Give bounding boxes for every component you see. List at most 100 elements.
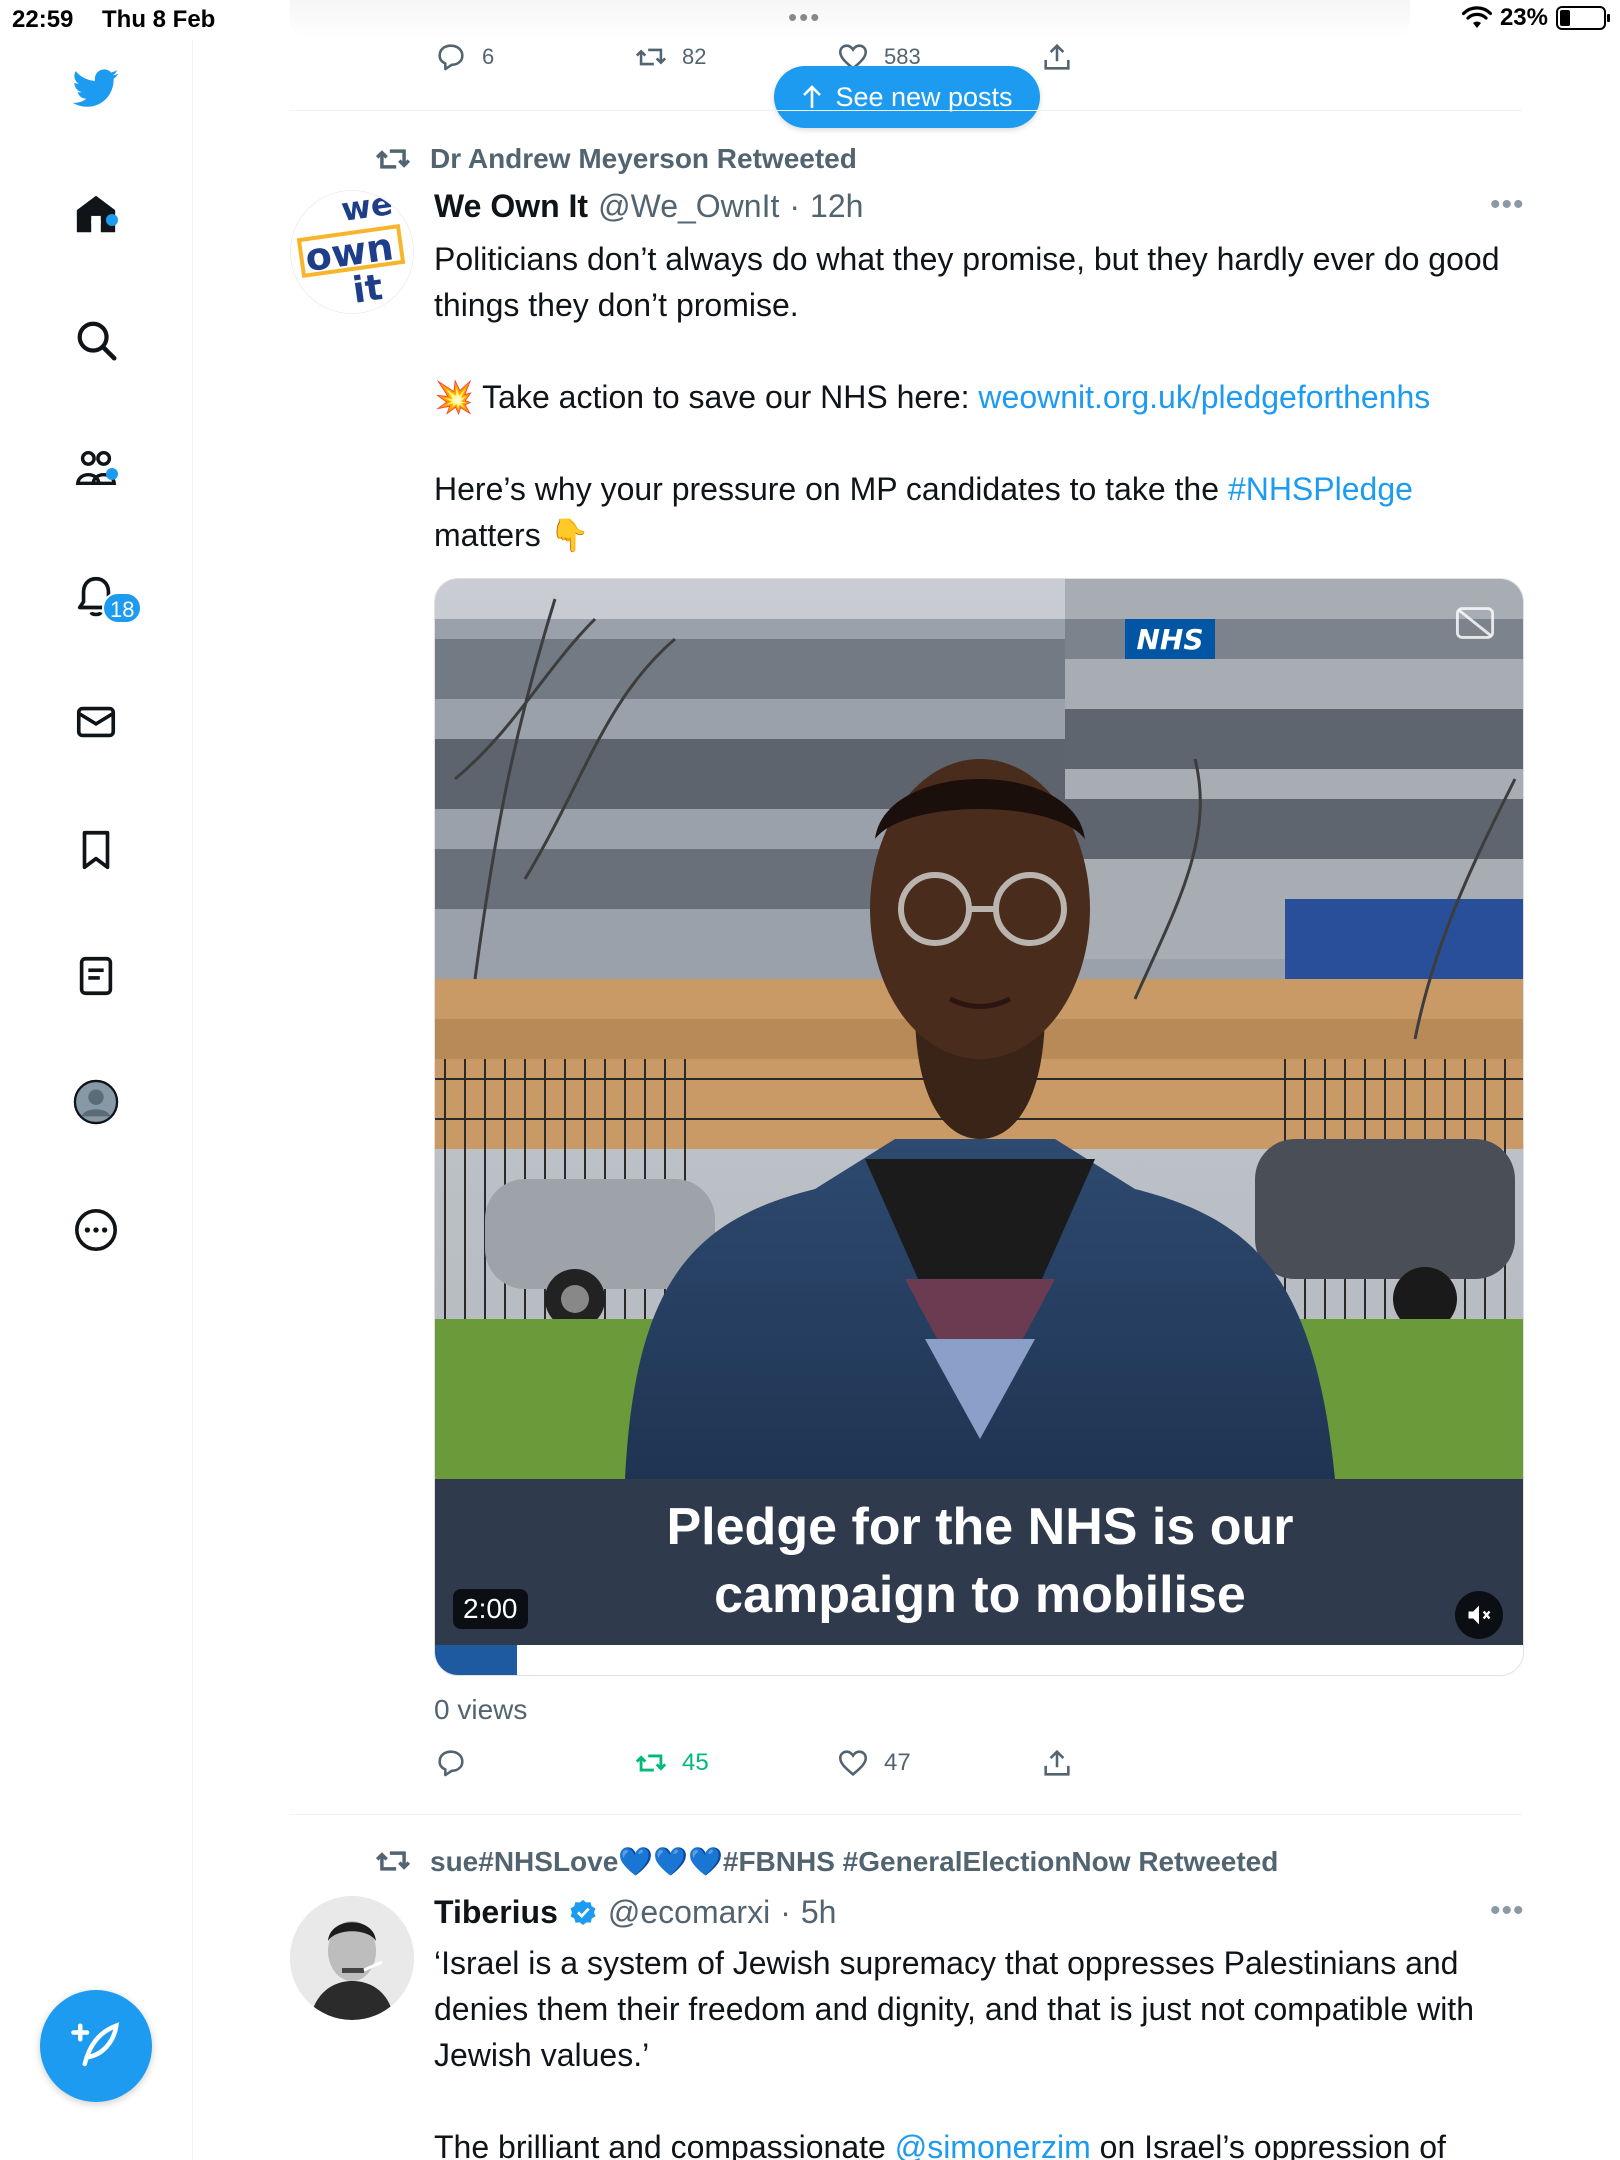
avatar-we-own-it[interactable]: we own it (290, 190, 414, 314)
tweet-text-span: on Israel’s oppression of (1090, 2129, 1446, 2160)
messages-icon[interactable] (68, 694, 124, 750)
share-action[interactable] (1040, 40, 1074, 74)
feed-divider (290, 110, 1522, 111)
retweeted-by-label: Dr Andrew Meyerson Retweeted (430, 143, 857, 174)
author-handle[interactable]: @We_OwnIt (598, 188, 779, 225)
status-bar: 22:59 Thu 8 Feb ••• 23% (0, 0, 1620, 40)
retweet-icon (635, 48, 667, 66)
retweet-icon (375, 1851, 411, 1871)
profile-icon[interactable] (68, 1074, 124, 1130)
battery-icon (1556, 6, 1610, 30)
author-handle[interactable]: @ecomarxi (608, 1894, 770, 1931)
share-action[interactable] (1040, 1746, 1074, 1780)
status-date: Thu 8 Feb (102, 6, 216, 33)
home-icon[interactable] (68, 186, 124, 242)
like-count: 47 (884, 1749, 911, 1776)
captions-off-icon[interactable] (1455, 607, 1495, 639)
reply-icon (438, 1750, 464, 1777)
heart-icon (838, 1750, 868, 1776)
notification-count-badge: 18 (102, 592, 143, 624)
compose-post-button[interactable] (40, 1990, 152, 2102)
author-name[interactable]: Tiberius (434, 1894, 558, 1931)
caption-line: Pledge for the NHS is our (666, 1498, 1294, 1556)
twitter-bird-icon[interactable] (68, 60, 124, 116)
like-action[interactable]: 47 (836, 1746, 911, 1780)
more-icon[interactable] (68, 1202, 124, 1258)
reply-icon (438, 44, 464, 71)
explosion-emoji: 💥 (434, 379, 474, 415)
separator-dot: · (780, 1894, 791, 1930)
author-name[interactable]: We Own It (434, 188, 588, 225)
retweet-count: 45 (682, 1749, 709, 1776)
tweet-paragraph: The brilliant and compassionate @simoner… (434, 2124, 1524, 2160)
tweet-text-span: Here’s why your pressure on MP candidate… (434, 471, 1228, 507)
more-options-icon[interactable]: ••• (1490, 1894, 1525, 1928)
tweet-header: Tiberius @ecomarxi · 5h (434, 1894, 836, 1931)
video-player[interactable]: NHS Pledge for the NHS is our campaign t… (434, 578, 1524, 1676)
avatar-photo (290, 1896, 414, 2020)
communities-unread-dot (106, 468, 118, 480)
share-icon (1044, 43, 1070, 70)
tweet-time[interactable]: 5h (801, 1894, 837, 1931)
lists-icon[interactable] (68, 948, 124, 1004)
svg-text:NHS: NHS (1136, 623, 1203, 656)
see-new-posts-button[interactable]: See new posts (774, 66, 1040, 128)
reply-action[interactable] (434, 1746, 482, 1780)
feather-plus-icon (71, 2022, 120, 2067)
wifi-icon (1461, 6, 1492, 28)
more-options-icon[interactable]: ••• (1490, 188, 1525, 222)
reply-count: 6 (482, 44, 495, 69)
retweet-count: 82 (682, 44, 707, 69)
view-count: 0 views (434, 1694, 528, 1725)
retweet-icon (635, 1754, 667, 1772)
video-duration: 2:00 (453, 1589, 528, 1629)
sidebar: 18 (0, 40, 193, 2160)
avatar-tiberius[interactable] (290, 1896, 414, 2020)
tweet-text-span: matters (434, 517, 550, 553)
tweet-paragraph: Here’s why your pressure on MP candidate… (434, 466, 1524, 558)
status-time: 22:59 (12, 6, 74, 33)
tweet-text-span: The brilliant and compassionate (434, 2129, 895, 2160)
feed-divider (290, 1814, 1522, 1815)
retweet-action[interactable]: 82 (634, 40, 706, 74)
top-handle-bar (290, 0, 1410, 40)
video-frame: NHS (435, 579, 1523, 1479)
tweet-body: Politicians don’t always do what they pr… (434, 236, 1524, 558)
video-progress-played (435, 1645, 517, 1675)
retweet-context[interactable]: Dr Andrew Meyerson Retweeted (374, 140, 857, 178)
search-icon[interactable] (68, 312, 124, 368)
pointing-down-emoji: 👇 (549, 517, 590, 553)
retweet-context[interactable]: sue#NHSLove💙💙💙#FBNHS #GeneralElectionNow… (374, 1842, 1278, 1880)
retweeted-by-label: sue#NHSLove💙💙💙#FBNHS #GeneralElectionNow… (430, 1845, 1279, 1877)
tweet-paragraph: ‘Israel is a system of Jewish supremacy … (434, 1945, 1474, 2073)
pledge-link[interactable]: weownit.org.uk/pledgeforthenhs (978, 379, 1430, 415)
bookmarks-icon[interactable] (68, 822, 124, 878)
svg-text:it: it (350, 267, 385, 312)
hashtag-link[interactable]: #NHSPledge (1228, 471, 1413, 507)
mention-link[interactable]: @simonerzim (895, 2129, 1091, 2160)
tweet-text-span: Take action to save our NHS here: (473, 379, 979, 415)
mute-toggle[interactable] (1455, 1591, 1503, 1639)
tweet-body: ‘Israel is a system of Jewish supremacy … (434, 1940, 1524, 2160)
separator-dot: · (789, 188, 801, 224)
see-new-posts-label: See new posts (835, 81, 1013, 112)
tweet-header: We Own It @We_OwnIt · 12h (434, 188, 863, 225)
reply-action[interactable]: 6 (434, 40, 494, 74)
arrow-up-icon (803, 85, 822, 108)
tweet-paragraph: 💥 Take action to save our NHS here: weow… (434, 374, 1524, 420)
communities-icon[interactable] (68, 440, 124, 496)
speaker-muted-icon (1468, 1605, 1491, 1625)
share-icon (1044, 1749, 1070, 1776)
video-progress-bar[interactable] (435, 1645, 1523, 1675)
multitasking-dots-icon[interactable]: ••• (788, 2, 821, 33)
tweet-paragraph: Politicians don’t always do what they pr… (434, 241, 1500, 323)
retweet-icon (375, 149, 411, 169)
home-unread-dot (106, 214, 118, 226)
verified-badge-icon (570, 1899, 596, 1925)
battery-percent: 23% (1499, 4, 1548, 31)
retweet-action[interactable]: 45 (634, 1746, 709, 1780)
caption-line: campaign to mobilise (714, 1566, 1246, 1624)
we-own-it-logo: we own it (291, 191, 413, 313)
video-caption: Pledge for the NHS is our campaign to mo… (435, 1479, 1523, 1645)
tweet-time[interactable]: 12h (810, 188, 863, 225)
